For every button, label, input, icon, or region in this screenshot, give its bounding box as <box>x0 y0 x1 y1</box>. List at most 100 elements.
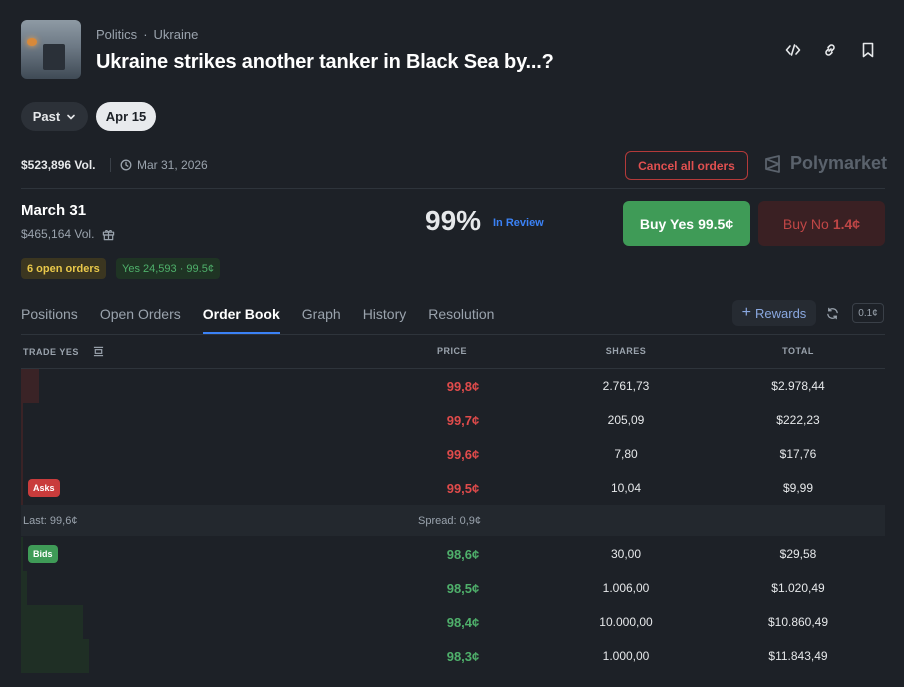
outcome-probability: 99% <box>425 205 482 236</box>
bids-badge: Bids <box>28 545 58 563</box>
rewards-label: Rewards <box>755 305 807 321</box>
outcome-name: March 31 <box>21 202 87 219</box>
depth-bar <box>21 403 23 437</box>
ask-price: 99,7¢ <box>446 412 480 428</box>
ask-shares: 7,80 <box>614 447 638 461</box>
tick-size-selector[interactable]: 0.1¢ <box>852 303 884 323</box>
bid-price: 98,5¢ <box>446 580 480 596</box>
gift-icon[interactable] <box>102 228 115 241</box>
ask-total: $17,76 <box>779 447 817 461</box>
depth-bar <box>21 571 27 605</box>
header-trade-yes: TRADE YES <box>23 346 104 357</box>
tab-graph[interactable]: Graph <box>302 306 341 334</box>
spread-value: Spread: 0,9¢ <box>418 514 481 527</box>
market-thumbnail <box>21 20 81 79</box>
bid-row[interactable]: 98,3¢ 1.000,00 $11.843,49 <box>21 639 885 673</box>
cancel-all-orders-button[interactable]: Cancel all orders <box>625 151 748 180</box>
past-dropdown[interactable]: Past <box>21 102 88 131</box>
layout-toggle-icon[interactable] <box>93 346 104 357</box>
depth-bar <box>21 537 23 571</box>
header-total-label: TOTAL <box>782 346 814 356</box>
depth-bar <box>21 639 89 673</box>
depth-bar <box>21 437 23 471</box>
outcome-volume-text: $465,164 Vol. <box>21 227 95 241</box>
ask-price: 99,8¢ <box>446 378 480 394</box>
header-trade-yes-label: TRADE YES <box>23 346 79 357</box>
buy-yes-price: 99.5¢ <box>698 215 734 232</box>
breadcrumb-subcategory[interactable]: Ukraine <box>154 27 199 42</box>
end-date-text: Mar 31, 2026 <box>137 158 208 172</box>
tab-positions[interactable]: Positions <box>21 306 78 334</box>
bid-shares: 1.006,00 <box>602 581 650 595</box>
rewards-button[interactable]: + Rewards <box>732 300 816 326</box>
bid-total: $1.020,49 <box>771 581 825 595</box>
ask-row[interactable]: 99,7¢ 205,09 $222,23 <box>21 403 885 437</box>
last-price: Last: 99,6¢ <box>23 514 78 527</box>
status-badge: In Review <box>493 217 544 229</box>
bid-row[interactable]: Bids 98,6¢ 30,00 $29,58 <box>21 537 885 571</box>
bid-shares: 30,00 <box>610 547 642 561</box>
breadcrumb: Politics · Ukraine <box>96 27 198 42</box>
header-shares-label: SHARES <box>605 346 647 356</box>
bid-price: 98,3¢ <box>446 648 480 664</box>
bid-row[interactable]: 98,5¢ 1.006,00 $1.020,49 <box>21 571 885 605</box>
ask-row[interactable]: 99,8¢ 2.761,73 $2.978,44 <box>21 369 885 403</box>
depth-bar <box>21 605 83 639</box>
ask-shares: 205,09 <box>607 413 645 427</box>
outcome-volume: $465,164 Vol. <box>21 227 115 241</box>
position-badge[interactable]: Yes 24,593 · 99.5¢ <box>116 258 220 279</box>
ask-row[interactable]: Asks 99,5¢ 10,04 $9,99 <box>21 471 885 505</box>
ask-price: 99,5¢ <box>446 480 480 496</box>
asks-badge: Asks <box>28 479 60 497</box>
tanker-silhouette <box>43 44 65 70</box>
buy-yes-button[interactable]: Buy Yes 99.5¢ <box>623 201 750 246</box>
buy-yes-label: Buy Yes <box>639 215 695 232</box>
buy-no-label: Buy No <box>782 215 829 232</box>
tabs-divider <box>21 334 885 335</box>
bid-shares: 10.000,00 <box>599 615 653 629</box>
chevron-down-icon <box>67 114 76 120</box>
buy-no-price: 1.4¢ <box>832 215 861 232</box>
open-orders-badge[interactable]: 6 open orders <box>21 258 106 279</box>
tab-bar: Positions Open Orders Order Book Graph H… <box>21 306 516 334</box>
buy-no-button[interactable]: Buy No 1.4¢ <box>758 201 885 246</box>
bid-price: 98,6¢ <box>446 546 480 562</box>
depth-bar <box>21 471 23 505</box>
breadcrumb-separator: · <box>143 27 148 42</box>
tab-open-orders[interactable]: Open Orders <box>100 306 181 334</box>
past-dropdown-label: Past <box>32 109 61 124</box>
bookmark-icon <box>862 42 874 58</box>
date-filter-pill[interactable]: Apr 15 <box>96 102 156 131</box>
polymarket-logo: Polymarket <box>763 153 887 174</box>
tab-resolution[interactable]: Resolution <box>428 306 494 334</box>
divider <box>110 158 111 172</box>
ask-total: $9,99 <box>782 481 814 495</box>
tab-history[interactable]: History <box>363 306 407 334</box>
clock-icon <box>120 159 132 171</box>
refresh-button[interactable] <box>822 303 842 323</box>
embed-button[interactable] <box>782 39 804 61</box>
ask-shares: 2.761,73 <box>602 379 650 393</box>
copy-link-button[interactable] <box>819 39 841 61</box>
market-title: Ukraine strikes another tanker in Black … <box>96 51 554 73</box>
depth-bar <box>21 369 39 403</box>
bid-total: $29,58 <box>779 547 817 561</box>
end-date: Mar 31, 2026 <box>120 158 208 172</box>
tab-order-book[interactable]: Order Book <box>202 306 280 334</box>
brand-name: Polymarket <box>790 153 888 173</box>
bid-price: 98,4¢ <box>446 614 480 630</box>
ask-price: 99,6¢ <box>446 446 480 462</box>
header-price-label: PRICE <box>437 346 468 356</box>
breadcrumb-category[interactable]: Politics <box>96 27 137 42</box>
plus-icon: + <box>741 304 752 321</box>
ask-total: $222,23 <box>776 413 820 427</box>
ask-row[interactable]: 99,6¢ 7,80 $17,76 <box>21 437 885 471</box>
bid-total: $10.860,49 <box>767 615 829 629</box>
bid-shares: 1.000,00 <box>602 649 650 663</box>
section-divider <box>21 188 885 189</box>
spread-bar: Last: 99,6¢ Spread: 0,9¢ <box>21 505 885 536</box>
bookmark-button[interactable] <box>857 39 879 61</box>
bid-row[interactable]: 98,4¢ 10.000,00 $10.860,49 <box>21 605 885 639</box>
bid-total: $11.843,49 <box>768 649 828 663</box>
code-icon <box>785 44 801 56</box>
